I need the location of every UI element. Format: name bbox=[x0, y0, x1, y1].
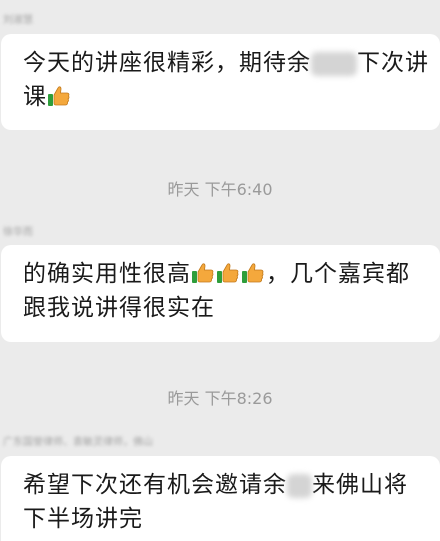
message-text: 今天的讲座很精彩，期待余律师下次讲课 bbox=[23, 50, 429, 110]
thumbs-up-icon bbox=[217, 263, 239, 283]
message-bubble[interactable]: 今天的讲座很精彩，期待余律师下次讲课 bbox=[1, 34, 440, 130]
message-bubble[interactable]: 的确实用性很高 ，几个嘉宾都跟我说讲得很实在 bbox=[1, 245, 440, 342]
thumbs-up-icon bbox=[242, 263, 264, 283]
sender-name: 徐华而 bbox=[3, 227, 33, 238]
message-text: 的确实用性很高 ，几个嘉宾都跟我说讲得很实在 bbox=[23, 261, 410, 321]
message-text: 希望下次还有机会邀请余律来佛山将下半场讲完 bbox=[23, 472, 408, 532]
sender-name: 广东国誉律师、袁敏灵律师，佛山 bbox=[3, 437, 153, 448]
thumbs-up-icon bbox=[48, 86, 70, 106]
message-bubble[interactable]: 希望下次还有机会邀请余律来佛山将下半场讲完 bbox=[1, 456, 440, 541]
redacted-name: 律 bbox=[287, 473, 312, 498]
redacted-name: 律师 bbox=[311, 51, 357, 76]
sender-name: 刘淑慧 bbox=[3, 15, 33, 26]
chat-window: 刘淑慧 今天的讲座很精彩，期待余律师下次讲课 昨天 下午6:40 徐华而 的确实… bbox=[0, 0, 440, 541]
timestamp: 昨天 下午8:26 bbox=[167, 389, 273, 408]
thumbs-up-icon bbox=[192, 263, 214, 283]
timestamp: 昨天 下午6:40 bbox=[167, 180, 273, 199]
